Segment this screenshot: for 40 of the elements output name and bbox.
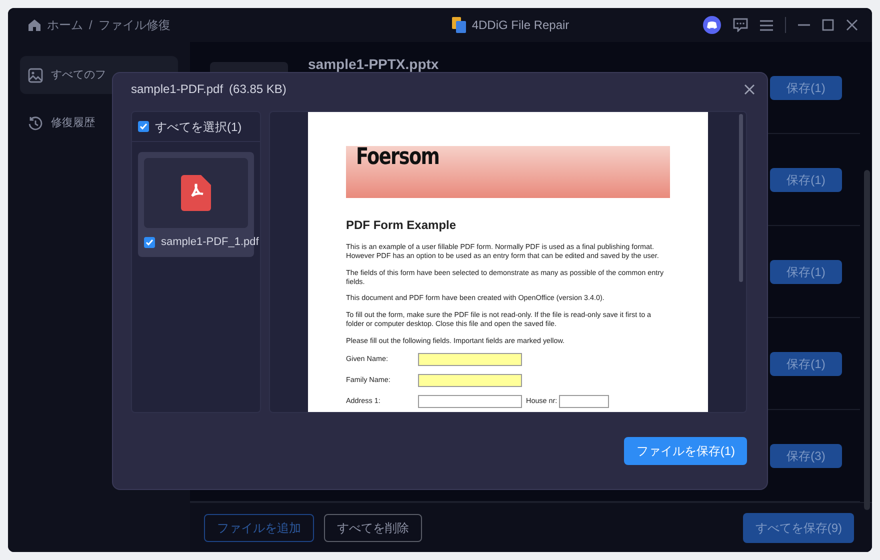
- document-heading: PDF Form Example: [346, 217, 458, 234]
- close-icon[interactable]: [846, 19, 858, 31]
- checkbox[interactable]: [144, 236, 155, 248]
- save-file-button[interactable]: ファイルを保存(1): [624, 437, 747, 465]
- discord-icon[interactable]: [703, 16, 721, 34]
- check-icon: [145, 238, 154, 247]
- history-icon: [28, 116, 43, 130]
- save-button[interactable]: 保存(1): [770, 352, 842, 376]
- form-field[interactable]: [559, 394, 610, 408]
- app-logo-icon: [452, 17, 466, 33]
- delete-all-button[interactable]: すべてを削除: [324, 514, 422, 542]
- form-field[interactable]: [418, 352, 522, 366]
- pdf-file-icon: [181, 175, 211, 211]
- window-title: 4DDiG File Repair: [472, 17, 570, 34]
- select-all-label[interactable]: すべてを選択(1): [155, 118, 242, 136]
- save-all-button[interactable]: すべてを保存(9): [743, 512, 854, 542]
- menu-icon[interactable]: [760, 20, 773, 30]
- scrollbar[interactable]: [864, 170, 870, 510]
- file-name: sample1-PPTX.pptx: [308, 55, 439, 74]
- form-field[interactable]: [418, 394, 522, 408]
- select-all-checkbox[interactable]: [138, 121, 149, 132]
- home-icon[interactable]: [28, 19, 41, 31]
- file-name: sample1-PDF_1.pdf: [161, 235, 259, 250]
- add-files-button[interactable]: ファイルを追加: [204, 514, 314, 542]
- breadcrumb-item: ファイル修復: [98, 17, 170, 34]
- form-field[interactable]: [418, 374, 522, 387]
- save-button[interactable]: 保存(1): [770, 168, 842, 192]
- document-logo: Foersom: [356, 143, 440, 172]
- breadcrumb-item[interactable]: ホーム: [47, 16, 83, 34]
- save-button[interactable]: 保存(1): [770, 260, 842, 284]
- save-button[interactable]: 保存(1): [770, 76, 842, 100]
- save-button[interactable]: 保存(3): [770, 444, 842, 468]
- breadcrumb-separator: /: [89, 17, 92, 34]
- check-icon: [139, 122, 148, 131]
- scrollbar[interactable]: [739, 114, 743, 282]
- chat-icon[interactable]: [733, 18, 748, 32]
- image-icon: [28, 68, 43, 82]
- file-size: (63.85 KB): [229, 81, 286, 98]
- close-icon[interactable]: [744, 84, 755, 94]
- maximize-icon[interactable]: [822, 19, 834, 31]
